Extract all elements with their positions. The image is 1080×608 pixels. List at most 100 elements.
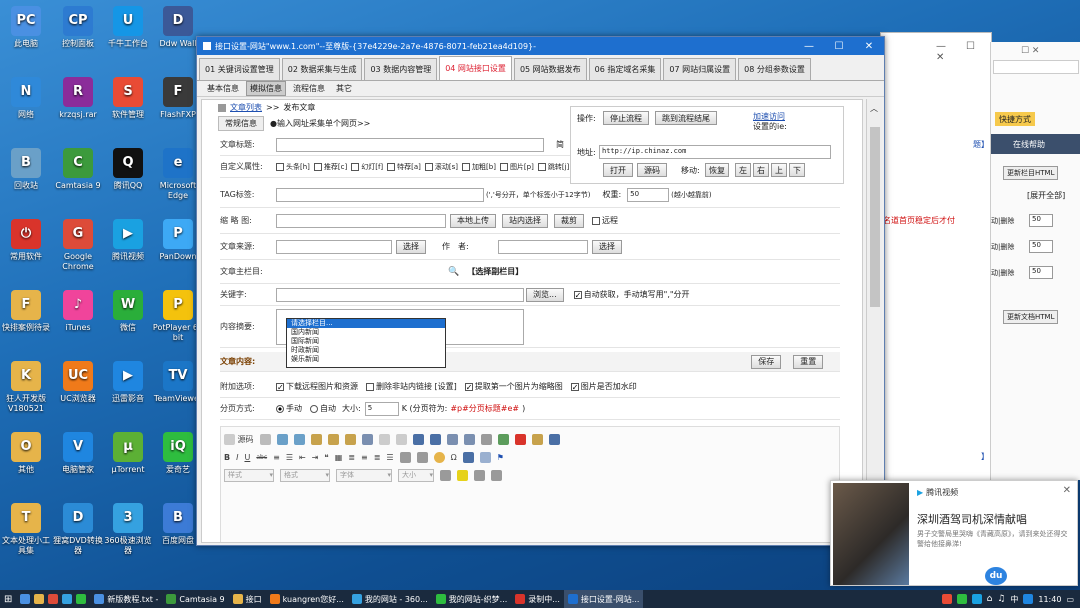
- open-button[interactable]: 打开: [603, 163, 633, 177]
- tab-4[interactable]: 04 网站接口设置: [439, 56, 512, 80]
- outdent-icon[interactable]: ⇤: [299, 453, 306, 462]
- desktop-icon[interactable]: V 电脑管家: [52, 432, 104, 475]
- attachment-icon[interactable]: [548, 433, 560, 445]
- subtab-4[interactable]: 其它: [332, 81, 356, 96]
- redo-icon[interactable]: [395, 433, 407, 445]
- extra-option[interactable]: 图片是否加水印: [570, 381, 637, 392]
- tab-2[interactable]: 02 数据采集与生成: [281, 58, 363, 80]
- form-icon[interactable]: [480, 433, 492, 445]
- align-center-icon[interactable]: ≡: [361, 453, 368, 462]
- column-option[interactable]: 请选择栏目...: [287, 319, 445, 328]
- vertical-scrollbar[interactable]: ︿: [866, 99, 882, 543]
- extra-option[interactable]: 提取第一个图片为缩略图: [464, 381, 563, 392]
- tab-common-info[interactable]: 常规信息: [218, 116, 264, 131]
- paste-icon[interactable]: [310, 433, 322, 445]
- attr-checkbox[interactable]: [462, 162, 471, 171]
- move-right-button[interactable]: 右: [753, 163, 769, 177]
- select-all-icon[interactable]: [446, 433, 458, 445]
- copy-icon[interactable]: [293, 433, 305, 445]
- attr-checkbox[interactable]: [276, 162, 284, 171]
- address-input[interactable]: http://ip.chinaz.com: [599, 145, 831, 159]
- subtab-3[interactable]: 流程信息: [289, 81, 329, 96]
- minimize-button[interactable]: —: [794, 41, 824, 52]
- desktop-icon[interactable]: G Google Chrome: [52, 219, 104, 272]
- start-button[interactable]: ⊞: [0, 590, 16, 608]
- style-select[interactable]: 格式 ▾: [280, 468, 330, 482]
- crop-button[interactable]: 裁剪: [554, 213, 584, 228]
- div-icon[interactable]: ▦: [335, 453, 343, 462]
- extra-option[interactable]: 删除非站内链接 [设置]: [366, 381, 457, 392]
- print-icon[interactable]: [361, 433, 373, 445]
- extra-checkbox[interactable]: [276, 382, 284, 391]
- ime-indicator[interactable]: 中: [1010, 594, 1018, 605]
- column-option[interactable]: 国内新闻: [287, 328, 445, 337]
- quick-button[interactable]: 快捷方式: [995, 112, 1035, 126]
- site-select-button[interactable]: 站内选择: [502, 213, 548, 228]
- bg-blue-bracket[interactable]: 题】: [973, 139, 989, 150]
- jump-end-button[interactable]: 跳到流程结尾: [655, 111, 717, 125]
- scroll-up-icon[interactable]: ︿: [870, 103, 878, 114]
- table-icon[interactable]: [399, 451, 411, 463]
- bg-red-text[interactable]: 名道首页稳定后才付: [883, 215, 955, 226]
- expand-all-link[interactable]: [展开全部]: [1027, 190, 1065, 201]
- restore-button[interactable]: 恢复: [705, 163, 729, 177]
- tab-1[interactable]: 01 关键词设置管理: [199, 58, 280, 80]
- bold-icon[interactable]: B: [224, 453, 230, 462]
- underline-icon[interactable]: U: [244, 453, 250, 462]
- special-char-icon[interactable]: Ω: [451, 453, 457, 462]
- search-icon[interactable]: 🔍: [448, 267, 459, 277]
- attr-option[interactable]: 加粗[b]: [462, 162, 496, 172]
- attr-checkbox[interactable]: [313, 162, 322, 171]
- tray-icon[interactable]: [971, 594, 982, 604]
- image-icon[interactable]: [497, 433, 509, 445]
- unlink-icon[interactable]: [479, 451, 491, 463]
- upload-local-button[interactable]: 本地上传: [450, 213, 496, 228]
- desktop-icon[interactable]: ▶ 迅雷影音: [102, 361, 154, 404]
- extra-checkbox[interactable]: [570, 382, 579, 391]
- weight-input[interactable]: 50: [627, 187, 670, 202]
- desktop-icon[interactable]: C Camtasia 9: [52, 148, 104, 191]
- tab-5[interactable]: 05 网站数据发布: [513, 58, 587, 80]
- smiley-icon[interactable]: [433, 451, 445, 463]
- extra-checkbox[interactable]: [366, 382, 374, 391]
- attr-checkbox[interactable]: [424, 162, 433, 171]
- paste-text-icon[interactable]: [327, 433, 339, 445]
- desktop-icon[interactable]: S 软件管理: [102, 77, 154, 120]
- column-option[interactable]: 娱乐新闻: [287, 355, 445, 364]
- remote-checkbox[interactable]: [592, 216, 600, 225]
- update-doc-html-button[interactable]: 更新文档HTML: [1003, 310, 1059, 324]
- subtab-2[interactable]: 模拟信息: [246, 81, 286, 96]
- attr-option[interactable]: 头条[h]: [276, 162, 310, 172]
- unordered-list-icon[interactable]: ☰: [286, 453, 293, 462]
- app-icon[interactable]: [76, 594, 87, 604]
- tab-8[interactable]: 08 分组参数设置: [738, 58, 811, 80]
- move-left-button[interactable]: 左: [735, 163, 751, 177]
- interface-settings-window[interactable]: 接口设置-网站"www.1.com"--至尊版-{37e4229e-2a7e-4…: [196, 36, 885, 546]
- auto-get-checkbox[interactable]: [573, 290, 582, 299]
- desktop-icon[interactable]: T 文本处理小工具集: [0, 503, 52, 556]
- close-button[interactable]: ✕: [854, 41, 884, 52]
- style-select[interactable]: 大小 ▾: [398, 468, 434, 482]
- save-button[interactable]: 保存: [751, 354, 782, 369]
- search-icon[interactable]: [20, 594, 31, 604]
- justify-icon[interactable]: ☰: [386, 453, 393, 462]
- author-input[interactable]: [498, 239, 588, 254]
- desktop-icon[interactable]: F 快排案例待录: [0, 290, 52, 333]
- desktop-icon[interactable]: CP 控制面板: [52, 6, 104, 49]
- taskbar-item[interactable]: kuangren您好...: [266, 590, 348, 608]
- anchor-icon[interactable]: ⚑: [497, 453, 504, 462]
- desktop-icon[interactable]: D 狸窝DVD转换器: [52, 503, 104, 556]
- title-bar[interactable]: 接口设置-网站"www.1.com"--至尊版-{37e4229e-2a7e-4…: [197, 37, 884, 55]
- flash-icon[interactable]: [514, 433, 526, 445]
- column-option[interactable]: 时政新闻: [287, 346, 445, 355]
- source-input[interactable]: [276, 239, 392, 254]
- page-size-input[interactable]: 5: [364, 401, 399, 416]
- sub-column-link[interactable]: 【选择副栏目】: [467, 266, 523, 277]
- attr-checkbox[interactable]: [537, 162, 546, 171]
- network-icon[interactable]: ⌂: [987, 594, 993, 604]
- desktop-icon[interactable]: Q 腾讯QQ: [102, 148, 154, 191]
- tab-7[interactable]: 07 网站归属设置: [663, 58, 737, 80]
- maximize-button[interactable]: ☐: [824, 41, 854, 52]
- italic-icon[interactable]: I: [236, 453, 238, 462]
- article-list-link[interactable]: 文章列表: [230, 102, 262, 113]
